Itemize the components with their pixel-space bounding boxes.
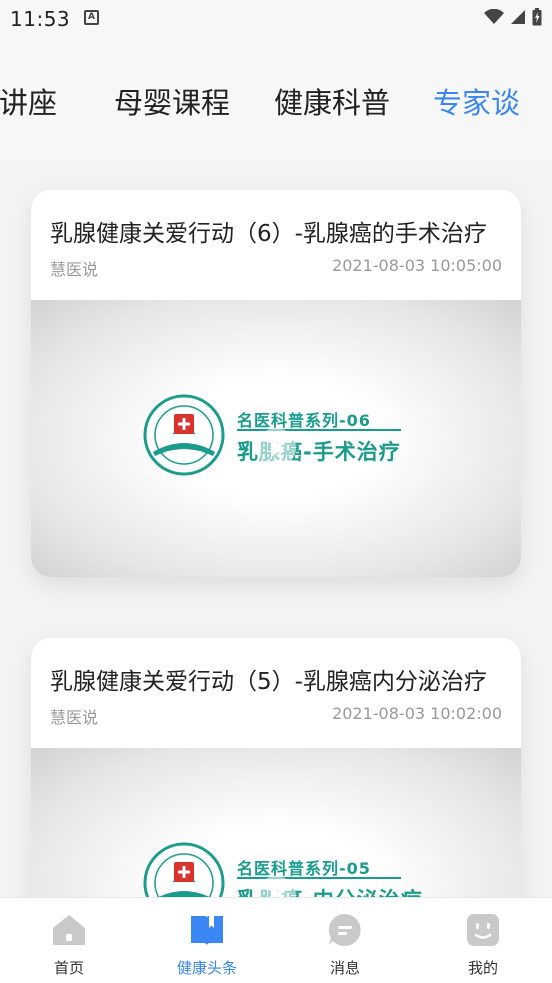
article-time: 2021-08-03 10:05:00 [332,256,502,275]
message-icon [328,913,361,946]
tab-expert-talk[interactable]: 专家谈 [433,80,520,122]
article-source: 慧医说 [50,708,99,727]
nav-label: 消息 [329,959,360,977]
notification-a-icon: A [84,10,99,25]
bottom-nav: 首页 健康头条 消息 我的 [0,897,552,983]
nav-label: 我的 [467,959,498,977]
book-icon [191,916,223,945]
thumbnail-divider [237,877,401,879]
status-bar: 11:53 A [0,0,552,38]
signal-icon [511,10,525,24]
article-time: 2021-08-03 10:02:00 [332,704,502,723]
thumbnail-series: 名医科普系列-05 [237,859,371,878]
nav-profile[interactable]: 我的 [414,898,552,983]
home-icon [53,915,85,945]
play-icon[interactable] [256,428,296,468]
profile-icon [467,914,499,946]
wifi-icon [484,9,504,24]
category-tabs: 益讲座 母婴课程 健康科普 专家谈 [0,38,552,160]
thumbnail-divider [237,429,401,431]
article-title: 乳腺健康关爱行动（5）-乳腺癌内分泌治疗 [50,669,487,695]
thumbnail-series: 名医科普系列-06 [237,411,371,430]
nav-home[interactable]: 首页 [0,898,138,983]
tab-health-science[interactable]: 健康科普 [274,80,390,122]
video-thumbnail[interactable]: 名医科普系列-06 乳腺癌-手术治疗 [31,300,521,577]
system-icons [484,8,542,26]
hospital-emblem-icon [143,394,225,476]
nav-health-headlines[interactable]: 健康头条 [138,898,276,983]
nav-messages[interactable]: 消息 [276,898,414,983]
article-card[interactable]: 乳腺健康关爱行动（6）-乳腺癌的手术治疗 慧医说 2021-08-03 10:0… [31,190,521,577]
tab-lecture[interactable]: 益讲座 [0,80,57,122]
article-title: 乳腺健康关爱行动（6）-乳腺癌的手术治疗 [50,221,487,247]
nav-label: 健康头条 [176,959,237,977]
status-time: 11:53 [10,7,71,31]
nav-label: 首页 [53,959,84,977]
battery-icon [532,8,542,26]
tab-maternal-course[interactable]: 母婴课程 [114,80,230,122]
article-source: 慧医说 [50,260,99,279]
